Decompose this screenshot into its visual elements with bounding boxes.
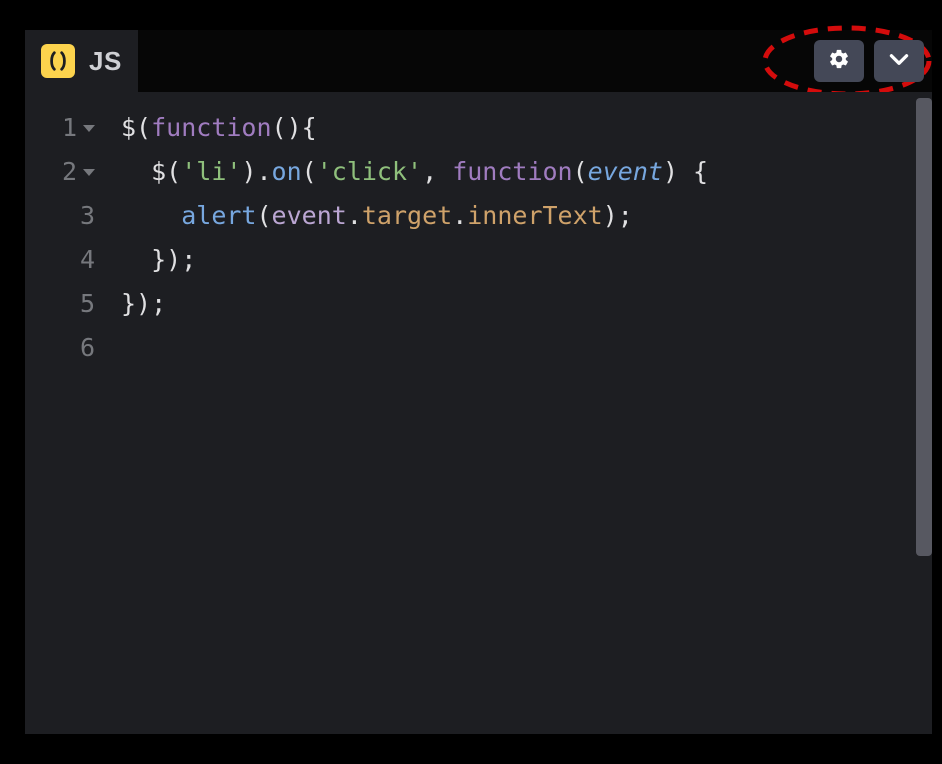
gutter-line[interactable]: 1 [25,106,103,150]
js-tab[interactable]: JS [25,30,138,92]
gutter-line[interactable]: 6 [25,326,103,370]
gutter-line[interactable]: 5 [25,282,103,326]
code-content[interactable]: $(function(){ $('li').on('click', functi… [103,92,708,734]
panel-header: JS [25,30,932,92]
line-number: 5 [80,282,95,326]
gutter-line[interactable]: 4 [25,238,103,282]
fold-arrow-icon[interactable] [83,169,95,176]
panel-actions [814,40,924,82]
tab-label: JS [89,46,122,77]
vertical-scrollbar[interactable] [916,98,932,556]
code-line: alert(event.target.innerText); [121,194,708,238]
header-spacer [138,30,932,92]
code-editor[interactable]: 1 2 3 4 5 6 $(function(){ $('li').on('cl… [25,92,932,734]
code-line: $(function(){ [121,106,708,150]
line-number: 2 [62,150,77,194]
settings-button[interactable] [814,40,864,82]
editor-panel: JS 1 [0,0,942,764]
gutter-line[interactable]: 3 [25,194,103,238]
code-line: $('li').on('click', function(event) { [121,150,708,194]
code-line: }); [121,238,708,282]
collapse-button[interactable] [874,40,924,82]
line-number: 4 [80,238,95,282]
parentheses-icon [41,44,75,78]
gutter-line[interactable]: 2 [25,150,103,194]
line-gutter: 1 2 3 4 5 6 [25,92,103,734]
line-number: 6 [80,326,95,370]
fold-arrow-icon[interactable] [83,125,95,132]
code-line: }); [121,282,708,326]
gear-icon [828,48,850,75]
footer-strip [25,734,932,760]
chevron-down-icon [886,46,912,77]
line-number: 3 [80,194,95,238]
line-number: 1 [62,106,77,150]
